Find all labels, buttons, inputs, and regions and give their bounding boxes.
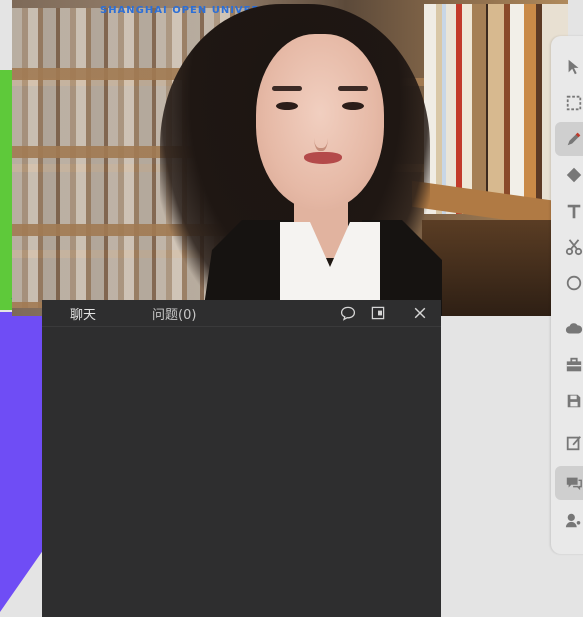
tab-chat[interactable]: 聊天: [70, 304, 96, 323]
whiteboard-toolbar: [551, 36, 583, 554]
toolbox-icon[interactable]: [555, 348, 583, 382]
edit-icon[interactable]: [555, 426, 583, 460]
popout-window-icon[interactable]: [368, 303, 388, 323]
text-icon[interactable]: [555, 194, 583, 228]
presenter-mouth: [304, 152, 342, 164]
chat-icon[interactable]: [555, 466, 583, 500]
participants-icon[interactable]: [555, 504, 583, 538]
whiteboard-green-shape: [0, 70, 12, 310]
chat-message-area[interactable]: [42, 327, 441, 617]
eraser-icon[interactable]: [555, 158, 583, 192]
pen-icon[interactable]: [555, 122, 583, 156]
tab-questions[interactable]: 问题(0): [152, 304, 196, 323]
save-icon[interactable]: [555, 384, 583, 418]
chat-panel: 聊天 问题(0): [42, 300, 441, 617]
whiteboard-purple-shape: [0, 312, 46, 612]
marquee-select-icon[interactable]: [555, 86, 583, 120]
teacher-video-feed[interactable]: SHANGHAI OPEN UNIVERSITY: [12, 0, 568, 316]
select-arrow-icon[interactable]: [555, 50, 583, 84]
chat-panel-header: 聊天 问题(0): [42, 300, 441, 327]
circle-shape-icon[interactable]: [555, 266, 583, 300]
bookshelf-right: [424, 4, 568, 214]
close-icon[interactable]: [410, 303, 430, 323]
chat-bubble-icon[interactable]: [338, 303, 358, 323]
scissors-icon[interactable]: [555, 230, 583, 264]
cloud-icon[interactable]: [555, 312, 583, 346]
